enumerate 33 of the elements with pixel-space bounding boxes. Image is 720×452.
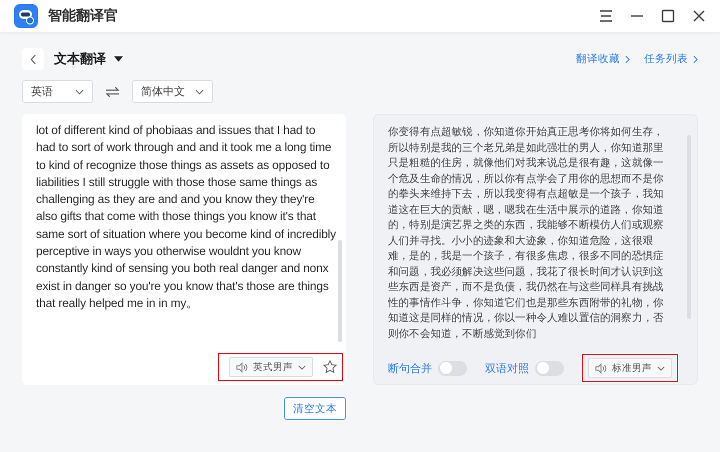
target-language-select[interactable]: 简体中文 [132, 80, 213, 103]
back-button[interactable] [22, 48, 44, 70]
back-icon[interactable] [30, 54, 36, 64]
scrollbar[interactable] [338, 240, 342, 342]
toggle-label: 断句合并 [388, 362, 432, 376]
source-text[interactable]: lot of different kind of phobiaas and issues that I had to had to sort of work through and and it took me a long time to kind of recognize those things as assets as opposed to liabilities I still struggle with those those same things as challenging as they are and and you know they they're also gifts that come with those things you know it's that same sort of situation where you become kind of incredibly perceptive in ways you otherwise wouldnt you know constantly kind of sensing you both real danger and nonx exist in danger so you're you know that's those are things that really helped me in in my。 [36, 122, 336, 349]
source-language-select[interactable]: 英语 [22, 80, 93, 103]
toggle-label: 双语对照 [485, 362, 529, 376]
chevron-right-icon[interactable] [693, 54, 698, 64]
chevron-down-icon[interactable] [75, 88, 84, 94]
chevron-down-icon[interactable] [298, 364, 306, 370]
swap-icon[interactable] [105, 86, 120, 98]
voice-select[interactable]: 标准男声 [588, 358, 672, 378]
toggle-switch[interactable] [438, 360, 467, 376]
maximize-icon[interactable] [661, 9, 675, 23]
header-link[interactable]: 翻译收藏 [576, 52, 630, 66]
translated-text: 你变得有点超敏锐，你知道你开始真正思考你将如何生存，所以特别是我的三个老兄弟是如此强壮的男人，你知道那里只是粗糙的住房，就像他们对我来说总是很有趣，这就像一个危及生命的情况，所以你有点学会了用你的思想而不是你的拳头来维持下去，所以我变得有点超敏是一个孩子，我知道这在巨大的贡献，嗯，嗯我在生活中展示的道路，你知道的，特别是演艺界之类的东西，我能够不断模仿人们或观察人们并寻找。小小的迹象和大迹象，你知道危险，这很艰难，是的，我是一个孩子，有很多焦虑，很多不同的恐惧症和问题，我必须解决这些问题，我花了很长时间才认识到这些东西是资产，而不是负债，我仍然在与这些同样具有挑战性的事情作斗争，你知道它们也是那些东西附带的礼物，你知道这是同样的情况，你以一种令人难以置信的洞察力，否则你不会知道，不断感觉到你们 [388, 125, 664, 342]
chevron-right-icon[interactable] [625, 54, 630, 64]
app-logo-icon [14, 4, 38, 28]
speaker-icon[interactable] [236, 362, 248, 372]
star-icon[interactable] [323, 360, 337, 374]
page-title[interactable]: 文本翻译 [54, 50, 106, 68]
clear-text-button[interactable]: 清空文本 [284, 397, 346, 420]
chevron-down-icon[interactable] [657, 366, 665, 370]
chevron-down-icon[interactable] [195, 88, 204, 94]
voice-select[interactable]: 英式男声 [229, 357, 313, 377]
close-icon[interactable] [692, 9, 706, 23]
header-link[interactable]: 任务列表 [644, 52, 698, 66]
dropdown-caret-icon[interactable] [114, 56, 123, 62]
window-title: 智能翻译官 [48, 7, 118, 25]
speaker-icon[interactable] [595, 362, 607, 374]
menu-icon[interactable] [599, 9, 613, 23]
toggle-switch[interactable] [535, 360, 564, 376]
